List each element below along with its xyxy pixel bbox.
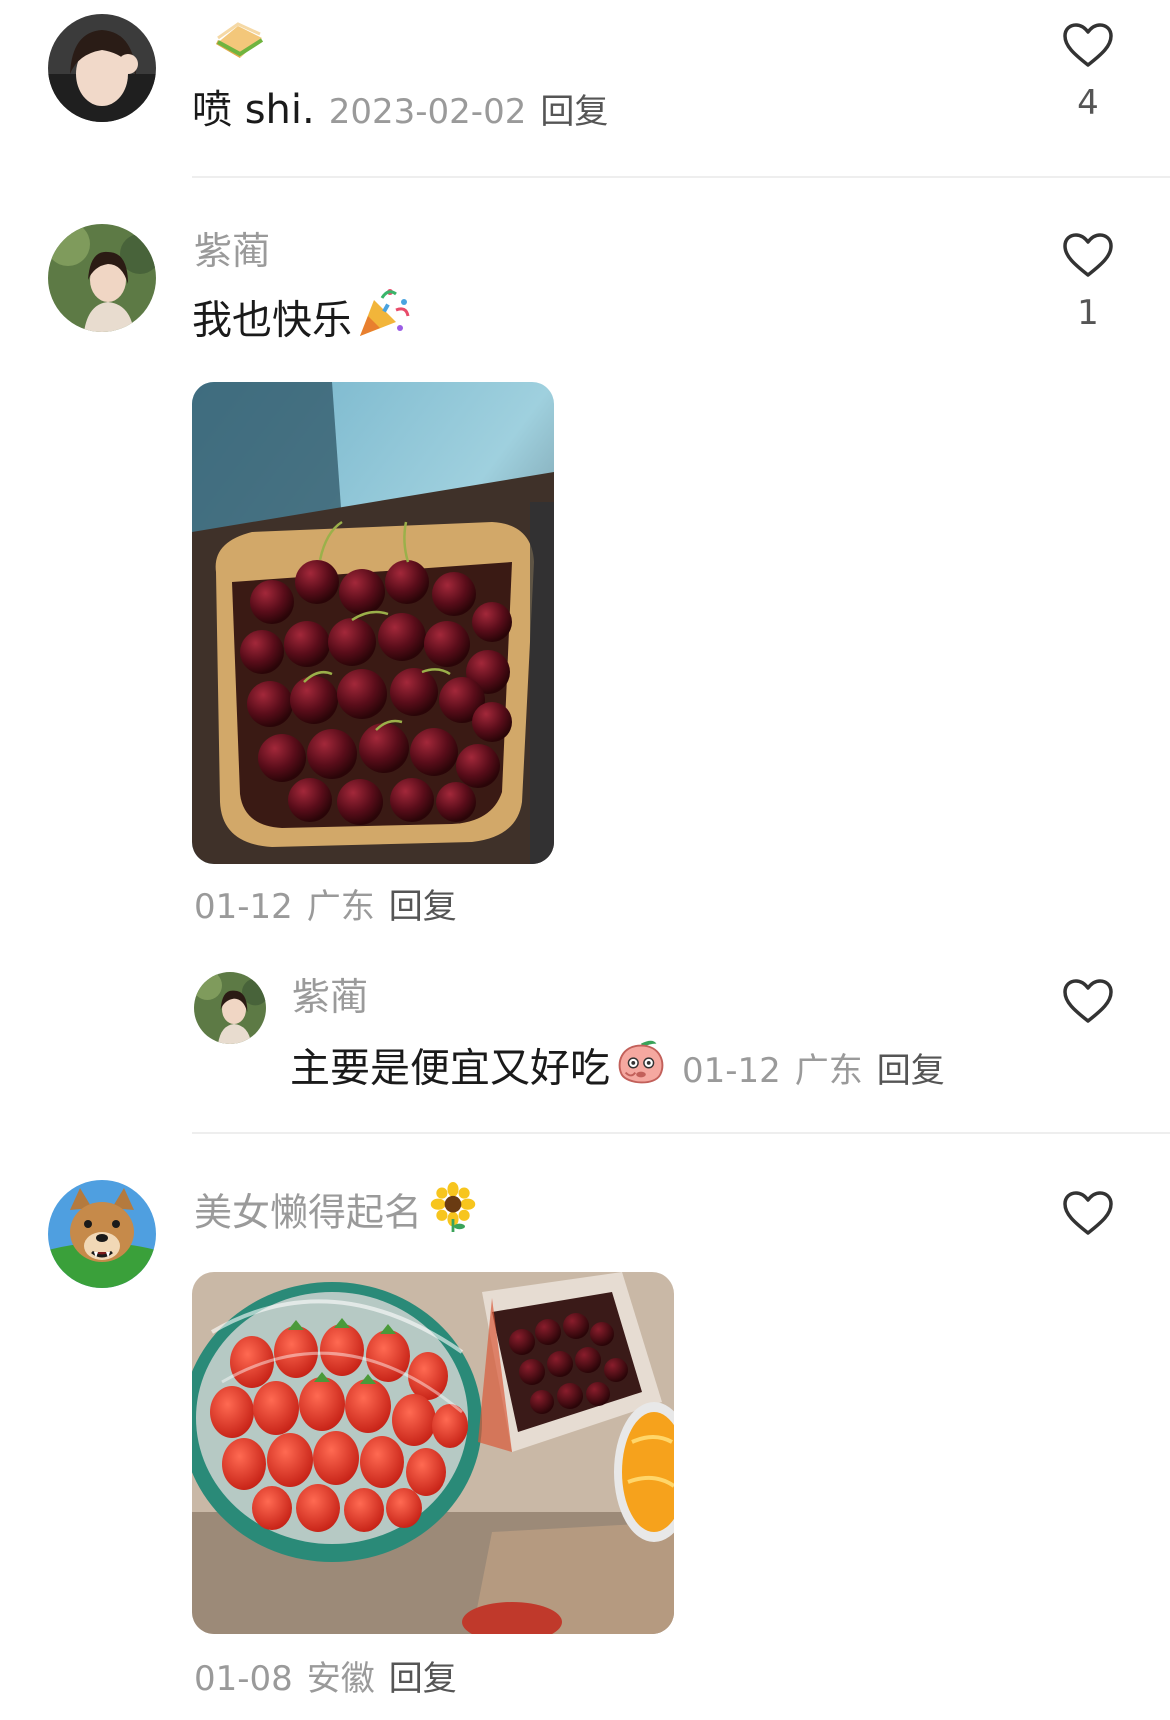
peach-emoji-icon xyxy=(614,1034,668,1095)
avatar[interactable] xyxy=(48,1180,156,1288)
comment-text: 我也快乐 xyxy=(192,297,352,344)
heart-icon xyxy=(1063,233,1113,277)
reply-button[interactable]: 回复 xyxy=(540,92,608,132)
comment-date: 01-12 xyxy=(682,1050,781,1091)
user-avatar-icon xyxy=(194,972,266,1044)
sandwich-icon xyxy=(210,20,266,62)
sunflower-icon xyxy=(428,1180,478,1240)
reply-button[interactable]: 回复 xyxy=(877,1051,945,1091)
heart-icon xyxy=(1063,23,1113,67)
reply-button[interactable]: 回复 xyxy=(389,887,457,927)
avatar[interactable] xyxy=(194,972,266,1044)
username[interactable]: 紫蔺 xyxy=(194,232,270,270)
avatar[interactable] xyxy=(48,14,156,122)
username[interactable]: 美女懒得起名 xyxy=(194,1191,422,1235)
user-avatar-icon xyxy=(48,14,156,122)
heart-icon xyxy=(1063,979,1113,1023)
like-button[interactable] xyxy=(1056,1190,1120,1236)
fruit-photo-icon[interactable] xyxy=(192,1272,674,1634)
comment-location: 广东 xyxy=(794,1050,863,1091)
heart-icon xyxy=(1063,1191,1113,1235)
reply-button[interactable]: 回复 xyxy=(389,1659,457,1699)
comment-location: 安徽 xyxy=(306,1659,375,1699)
avatar[interactable] xyxy=(48,224,156,332)
comment-location: 广东 xyxy=(306,887,375,927)
divider xyxy=(192,176,1170,178)
dog-avatar-icon xyxy=(48,1180,156,1288)
like-button[interactable] xyxy=(1056,978,1120,1024)
comment-text: 喷 shi. xyxy=(192,87,315,133)
like-button[interactable]: 4 xyxy=(1056,22,1120,120)
username[interactable]: 紫蔺 xyxy=(292,978,368,1016)
like-button[interactable]: 1 xyxy=(1056,232,1120,330)
comment-date: 2023-02-02 xyxy=(328,92,527,132)
cherries-photo-icon[interactable] xyxy=(192,382,554,864)
user-avatar-icon xyxy=(48,224,156,332)
like-count: 1 xyxy=(1077,293,1099,333)
comment-date: 01-08 xyxy=(194,1659,293,1699)
like-count: 4 xyxy=(1077,83,1099,123)
party-popper-icon xyxy=(356,284,412,347)
comment-text: 主要是便宜又好吃 xyxy=(290,1045,610,1092)
divider xyxy=(192,1132,1170,1134)
comment-date: 01-12 xyxy=(194,887,293,927)
